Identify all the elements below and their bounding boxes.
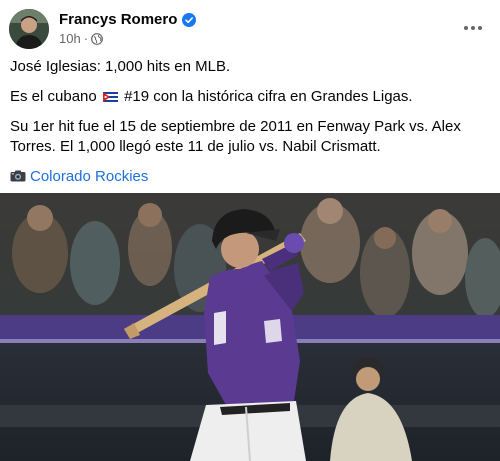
post-paragraph-1: José Iglesias: 1,000 hits en MLB. xyxy=(10,58,231,75)
author-name-text[interactable]: Francys Romero xyxy=(59,11,177,28)
verified-badge-icon xyxy=(182,12,197,27)
cuba-flag-icon xyxy=(102,92,118,102)
paragraph-2-text-end: #19 con la histórica cifra en Grandes Li… xyxy=(124,88,413,105)
more-options-button[interactable] xyxy=(459,14,487,42)
photo-credit-link[interactable]: Colorado Rockies xyxy=(30,168,148,185)
paragraph-2-text-start: Es el cubano xyxy=(10,88,97,105)
post-header: Francys Romero 10h · xyxy=(9,8,491,50)
more-options-icon xyxy=(464,26,482,30)
globe-icon[interactable] xyxy=(91,32,103,45)
post-photo[interactable] xyxy=(0,193,500,461)
photo-credit: Colorado Rockies xyxy=(10,167,490,187)
post-paragraph-2: Es el cubano #19 con la histórica cifra … xyxy=(10,87,490,107)
camera-icon xyxy=(10,170,26,182)
post-time[interactable]: 10h xyxy=(59,31,81,46)
author-name[interactable]: Francys Romero xyxy=(59,11,197,28)
meta-separator: · xyxy=(83,31,89,46)
post-message: José Iglesias: 1,000 hits en MLB. Es el … xyxy=(10,57,490,197)
facebook-post: Francys Romero 10h · José Iglesias: 1,00… xyxy=(0,0,500,461)
baseball-player-photo xyxy=(0,193,500,461)
post-meta: 10h · xyxy=(59,31,103,46)
avatar[interactable] xyxy=(9,9,49,49)
post-paragraph-3: Su 1er hit fue el 15 de septiembre de 20… xyxy=(10,118,461,155)
